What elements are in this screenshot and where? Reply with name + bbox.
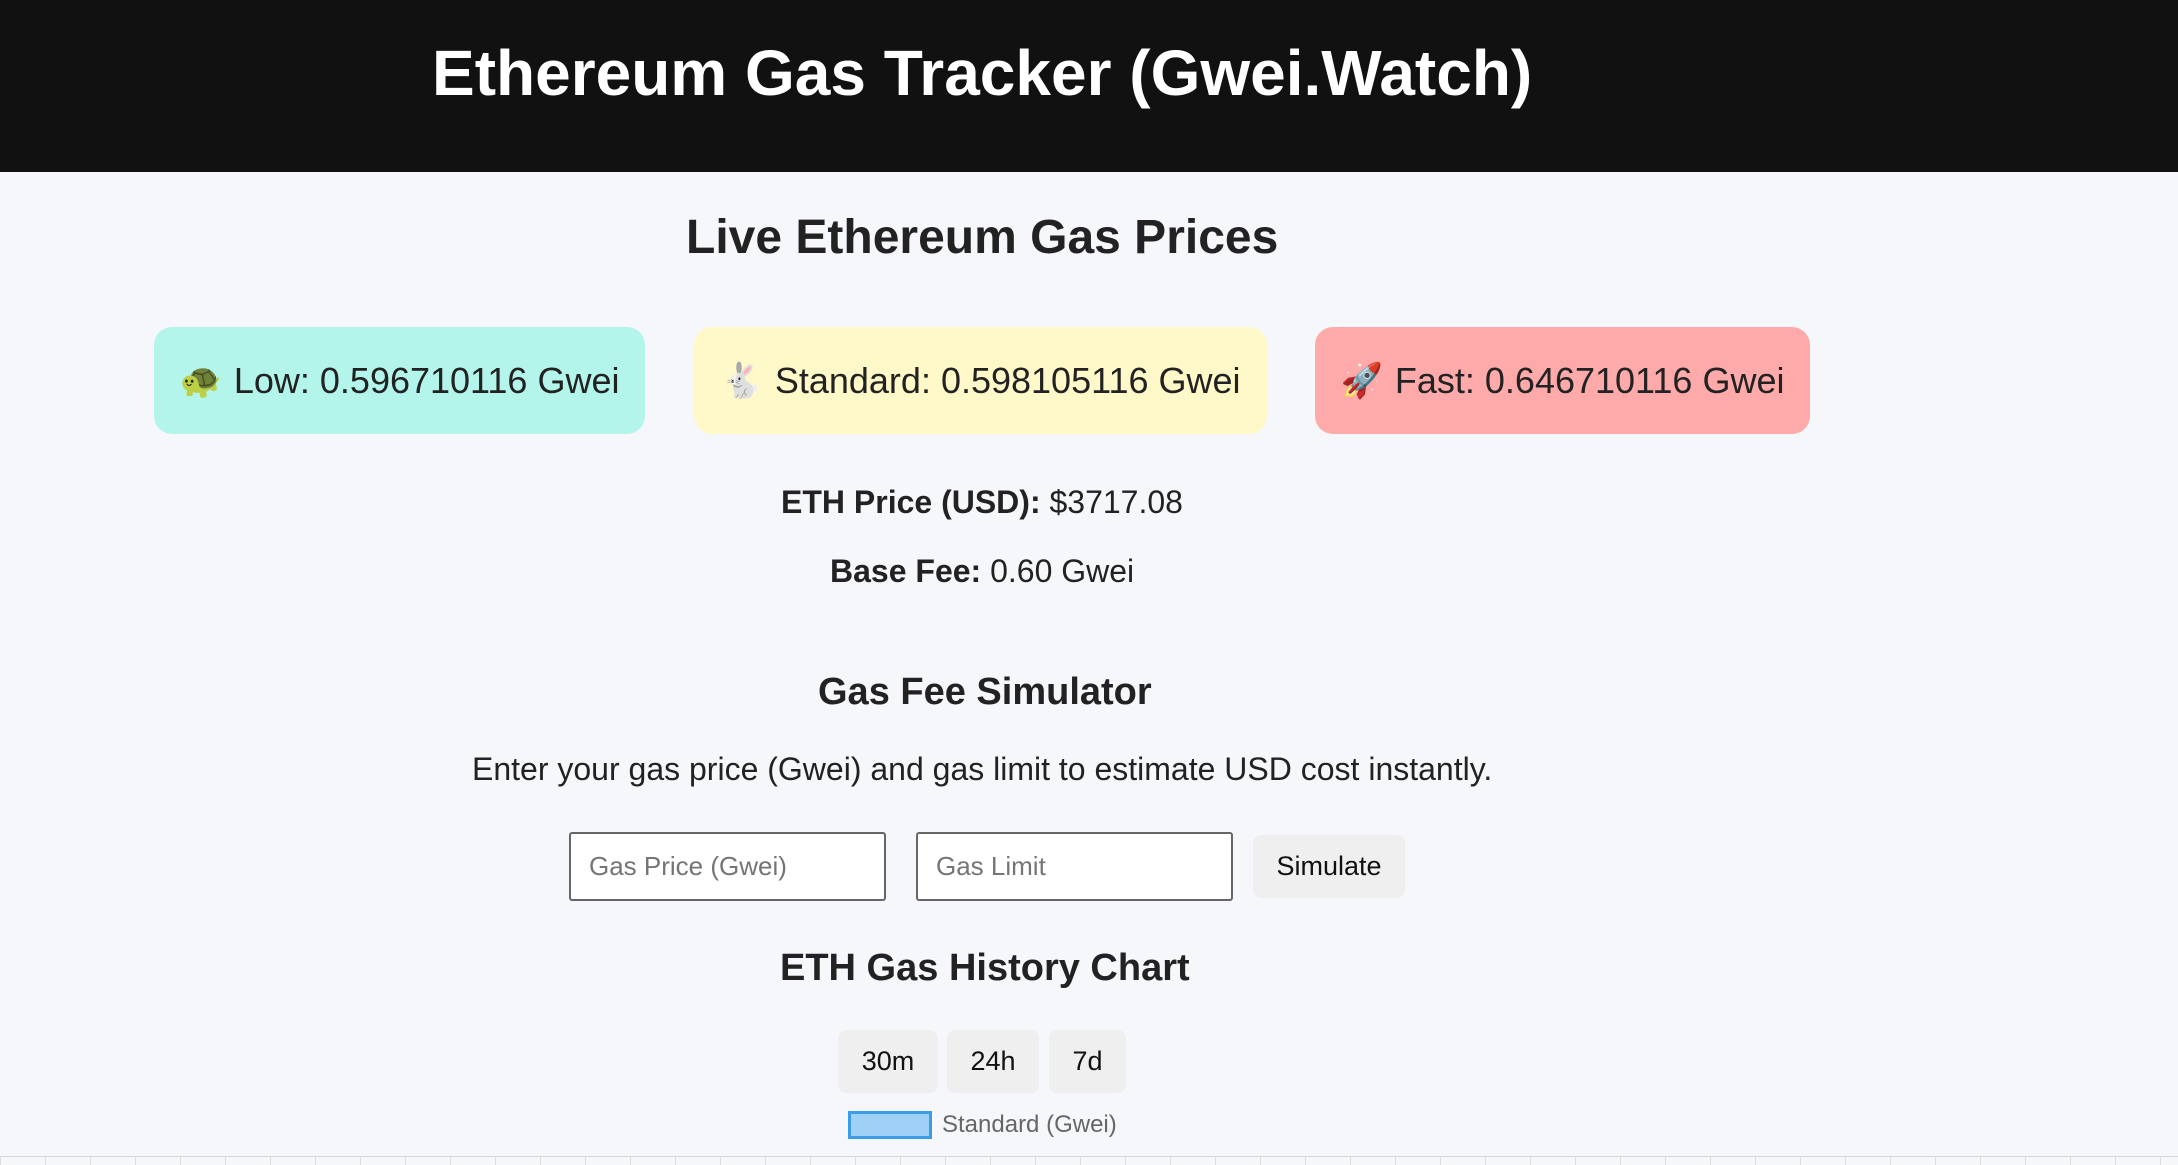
gas-price-input[interactable]	[569, 832, 886, 901]
history-chart-title: ETH Gas History Chart	[780, 947, 1190, 989]
rabbit-icon: 🐇	[720, 360, 763, 401]
simulator-title: Gas Fee Simulator	[818, 671, 1152, 713]
site-title: Ethereum Gas Tracker (Gwei.Watch)	[432, 37, 1533, 109]
base-fee-label: Base Fee:	[830, 553, 982, 589]
legend-label: Standard (Gwei)	[942, 1111, 1117, 1138]
simulate-button[interactable]: Simulate	[1253, 835, 1405, 898]
base-fee-value: 0.60 Gwei	[990, 553, 1135, 589]
turtle-icon: 🐢	[179, 360, 222, 401]
chart-legend[interactable]: Standard (Gwei)	[848, 1110, 1117, 1140]
live-prices-title: Live Ethereum Gas Prices	[686, 211, 1279, 264]
eth-price-line: ETH Price (USD): $3717.08	[781, 484, 1183, 521]
gas-standard-value: Standard: 0.598105116 Gwei	[774, 359, 1241, 401]
gas-limit-input[interactable]	[916, 832, 1233, 901]
range-24h-button[interactable]: 24h	[947, 1030, 1039, 1093]
gas-card-fast: 🚀 Fast: 0.646710116 Gwei	[1315, 327, 1810, 434]
gas-card-standard: 🐇 Standard: 0.598105116 Gwei	[694, 327, 1267, 434]
eth-price-label: ETH Price (USD):	[781, 484, 1041, 520]
range-30m-button[interactable]: 30m	[838, 1030, 938, 1093]
rocket-icon: 🚀	[1340, 360, 1383, 401]
eth-price-value: $3717.08	[1049, 484, 1183, 520]
gas-fast-value: Fast: 0.646710116 Gwei	[1394, 359, 1785, 401]
gas-low-value: Low: 0.596710116 Gwei	[233, 359, 620, 401]
base-fee-line: Base Fee: 0.60 Gwei	[830, 553, 1134, 590]
header-bar: Ethereum Gas Tracker (Gwei.Watch)	[0, 0, 2178, 172]
gas-card-low: 🐢 Low: 0.596710116 Gwei	[154, 327, 645, 434]
simulator-description: Enter your gas price (Gwei) and gas limi…	[472, 751, 1493, 787]
range-7d-button[interactable]: 7d	[1049, 1030, 1126, 1093]
legend-swatch	[848, 1111, 932, 1139]
